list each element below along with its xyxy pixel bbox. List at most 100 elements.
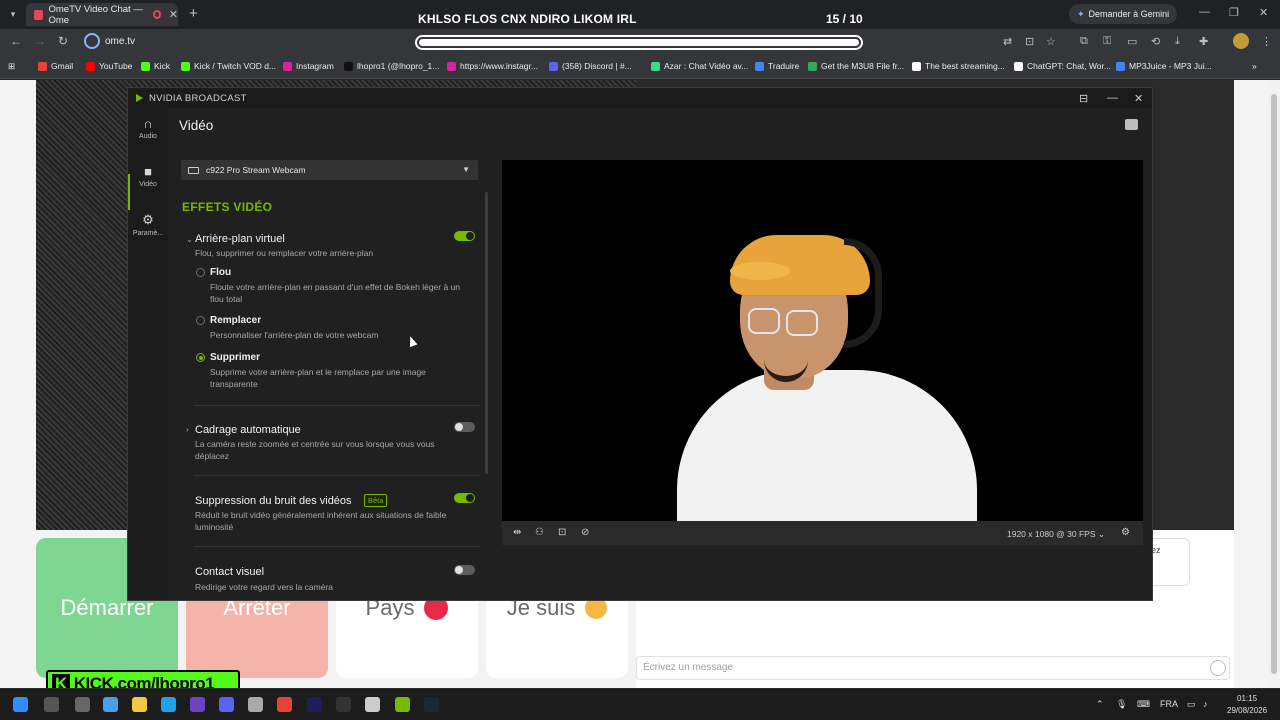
bookmark-item[interactable]: Kick / Twitch VOD d... [181,61,276,71]
bookmark-label: YouTube [99,61,133,71]
preview-settings-icon[interactable]: ⚙ [1121,527,1130,538]
tray-chevron-icon[interactable]: ⌃ [1096,699,1104,710]
puzzle-icon[interactable]: ✚ [1199,35,1208,48]
nv-minimize-icon[interactable]: — [1107,92,1118,104]
site-info-icon[interactable] [84,33,100,49]
bookmark-item[interactable]: YouTube [86,61,132,71]
chevron-down-icon: ▼ [462,165,470,174]
network-icon[interactable]: ▭ [1187,699,1196,710]
install-icon[interactable]: ⊡ [1025,35,1034,48]
chrome-icon[interactable] [277,697,292,712]
tab-close-icon[interactable]: ✕ [169,8,178,21]
hide-preview-icon[interactable]: ⊘ [581,527,589,538]
github-icon[interactable] [248,697,263,712]
noise-toggle[interactable] [454,493,475,503]
bookmark-star-icon[interactable]: ☆ [1046,35,1056,48]
resolution-select[interactable]: 1920 x 1080 @ 30 FPS ⌄ [1007,529,1105,540]
eye-contact-toggle[interactable] [454,565,475,575]
extension-icon[interactable]: ⧉ [1080,35,1088,48]
option-blur-desc: Floute votre arrière-plan en passant d'u… [210,282,461,304]
tab-search-icon[interactable]: ▾ [5,6,21,22]
obs-icon[interactable] [365,697,380,712]
person-shirt [677,370,977,521]
new-tab-icon[interactable]: + [189,5,198,22]
profile-avatar[interactable] [1233,33,1249,49]
bookmark-item[interactable]: (358) Discord | #... [549,61,632,71]
sidebar-video-label: Vidéo [139,181,157,188]
radio-blur[interactable] [196,268,205,277]
discord-icon[interactable] [219,697,234,712]
back-icon[interactable]: ← [10,34,22,48]
settings-app-icon[interactable] [103,697,118,712]
sidebar-item-audio[interactable]: ∩ Audio [128,116,168,140]
clock-date[interactable]: 29/08/2026 [1227,706,1267,715]
microphone-icon[interactable]: 🎙 [1116,699,1127,710]
expand-chevron-icon[interactable]: › [186,425,189,434]
noise-desc: Réduit le bruit vidéo généralement inhér… [195,510,447,532]
history-icon[interactable]: ⟲ [1151,35,1160,48]
headphones-band [844,238,882,348]
nvidia-broadcast-taskbar-icon[interactable] [395,697,410,712]
sidebar-item-video[interactable]: ■ Vidéo [128,164,168,188]
keyboard-icon[interactable]: ⌨ [1137,699,1150,710]
nv-close-icon[interactable]: ✕ [1134,92,1143,105]
clock-time[interactable]: 01:15 [1237,694,1257,703]
app-icon[interactable] [190,697,205,712]
steam-icon[interactable] [424,697,439,712]
password-key-icon[interactable]: ⚿ [1103,35,1111,48]
forward-icon[interactable]: → [34,34,46,48]
reload-icon[interactable]: ↻ [58,34,68,48]
collapse-chevron-icon[interactable]: ⌄ [186,235,193,244]
bookmark-item[interactable]: Azar : Chat Vidéo av... [651,61,748,71]
compare-icon[interactable]: ⇹ [513,527,521,538]
bookmark-item[interactable]: Gmail [38,61,73,71]
snapshot-icon[interactable]: ⊡ [558,527,566,538]
address-bar[interactable]: ome.tv [105,36,135,47]
maximize-icon[interactable]: ❐ [1229,6,1239,19]
bookmark-item[interactable]: MP3Juice - MP3 Jui... [1116,61,1212,71]
search-icon[interactable] [44,697,59,712]
pin-icon[interactable]: ⊟ [1079,92,1088,105]
more-bookmarks-icon[interactable]: » [1252,61,1257,71]
bookmark-favicon-icon [549,61,558,71]
virtual-bg-toggle[interactable] [454,231,475,241]
sidebar-item-settings[interactable]: ⚙ Paramè... [128,212,168,237]
payment-card-icon[interactable]: ▭ [1127,35,1137,48]
premiere-icon[interactable] [307,697,322,712]
bookmark-item[interactable]: The best streaming... [912,61,1005,71]
close-window-icon[interactable]: ✕ [1259,6,1268,19]
file-explorer-icon[interactable] [132,697,147,712]
bookmark-item[interactable]: Get the M3U8 File fr... [808,61,904,71]
feedback-icon[interactable] [1125,119,1138,130]
language-indicator[interactable]: FRA [1160,699,1178,709]
volume-icon[interactable]: ♪ [1203,699,1208,709]
apps-grid-icon[interactable]: ⊞ [8,61,15,72]
bookmark-item[interactable]: lhopro1 (@lhopro_1... [344,61,439,71]
radio-remove[interactable] [196,353,205,362]
bookmark-item[interactable]: Kick [141,61,170,71]
gemini-button[interactable]: ✦ Demander à Gemini [1069,4,1178,24]
windows-start-icon[interactable] [13,697,28,712]
download-icon[interactable]: ⤓ [1175,35,1180,48]
effects-scrollbar[interactable] [485,192,488,474]
radio-replace[interactable] [196,316,205,325]
people-icon[interactable]: ⚇ [535,527,544,538]
bookmark-item[interactable]: Instagram [283,61,334,71]
camera-source-select[interactable]: c922 Pro Stream Webcam ▼ [181,160,478,180]
task-view-icon[interactable] [75,697,90,712]
tab-ometv[interactable]: OmeTV Video Chat — Ome ✕ [26,3,178,26]
translate-icon[interactable]: ⇄ [1003,35,1012,48]
capcut-icon[interactable] [336,697,351,712]
camera-preview [502,160,1143,521]
bookmark-item[interactable]: ChatGPT: Chat, Wor... [1014,61,1111,71]
bookmark-item[interactable]: Traduire [755,61,799,71]
page-scrollbar-thumb[interactable] [1271,94,1277,674]
emoji-picker-icon[interactable] [1210,660,1226,676]
edge-icon[interactable] [161,697,176,712]
menu-kebab-icon[interactable]: ⋮ [1261,35,1272,48]
minimize-icon[interactable]: — [1199,6,1210,18]
bookmark-item[interactable]: https://www.instagr... [447,61,538,71]
auto-frame-toggle[interactable] [454,422,475,432]
bookmark-label: Get the M3U8 File fr... [821,61,905,71]
bookmark-favicon-icon [344,61,353,71]
